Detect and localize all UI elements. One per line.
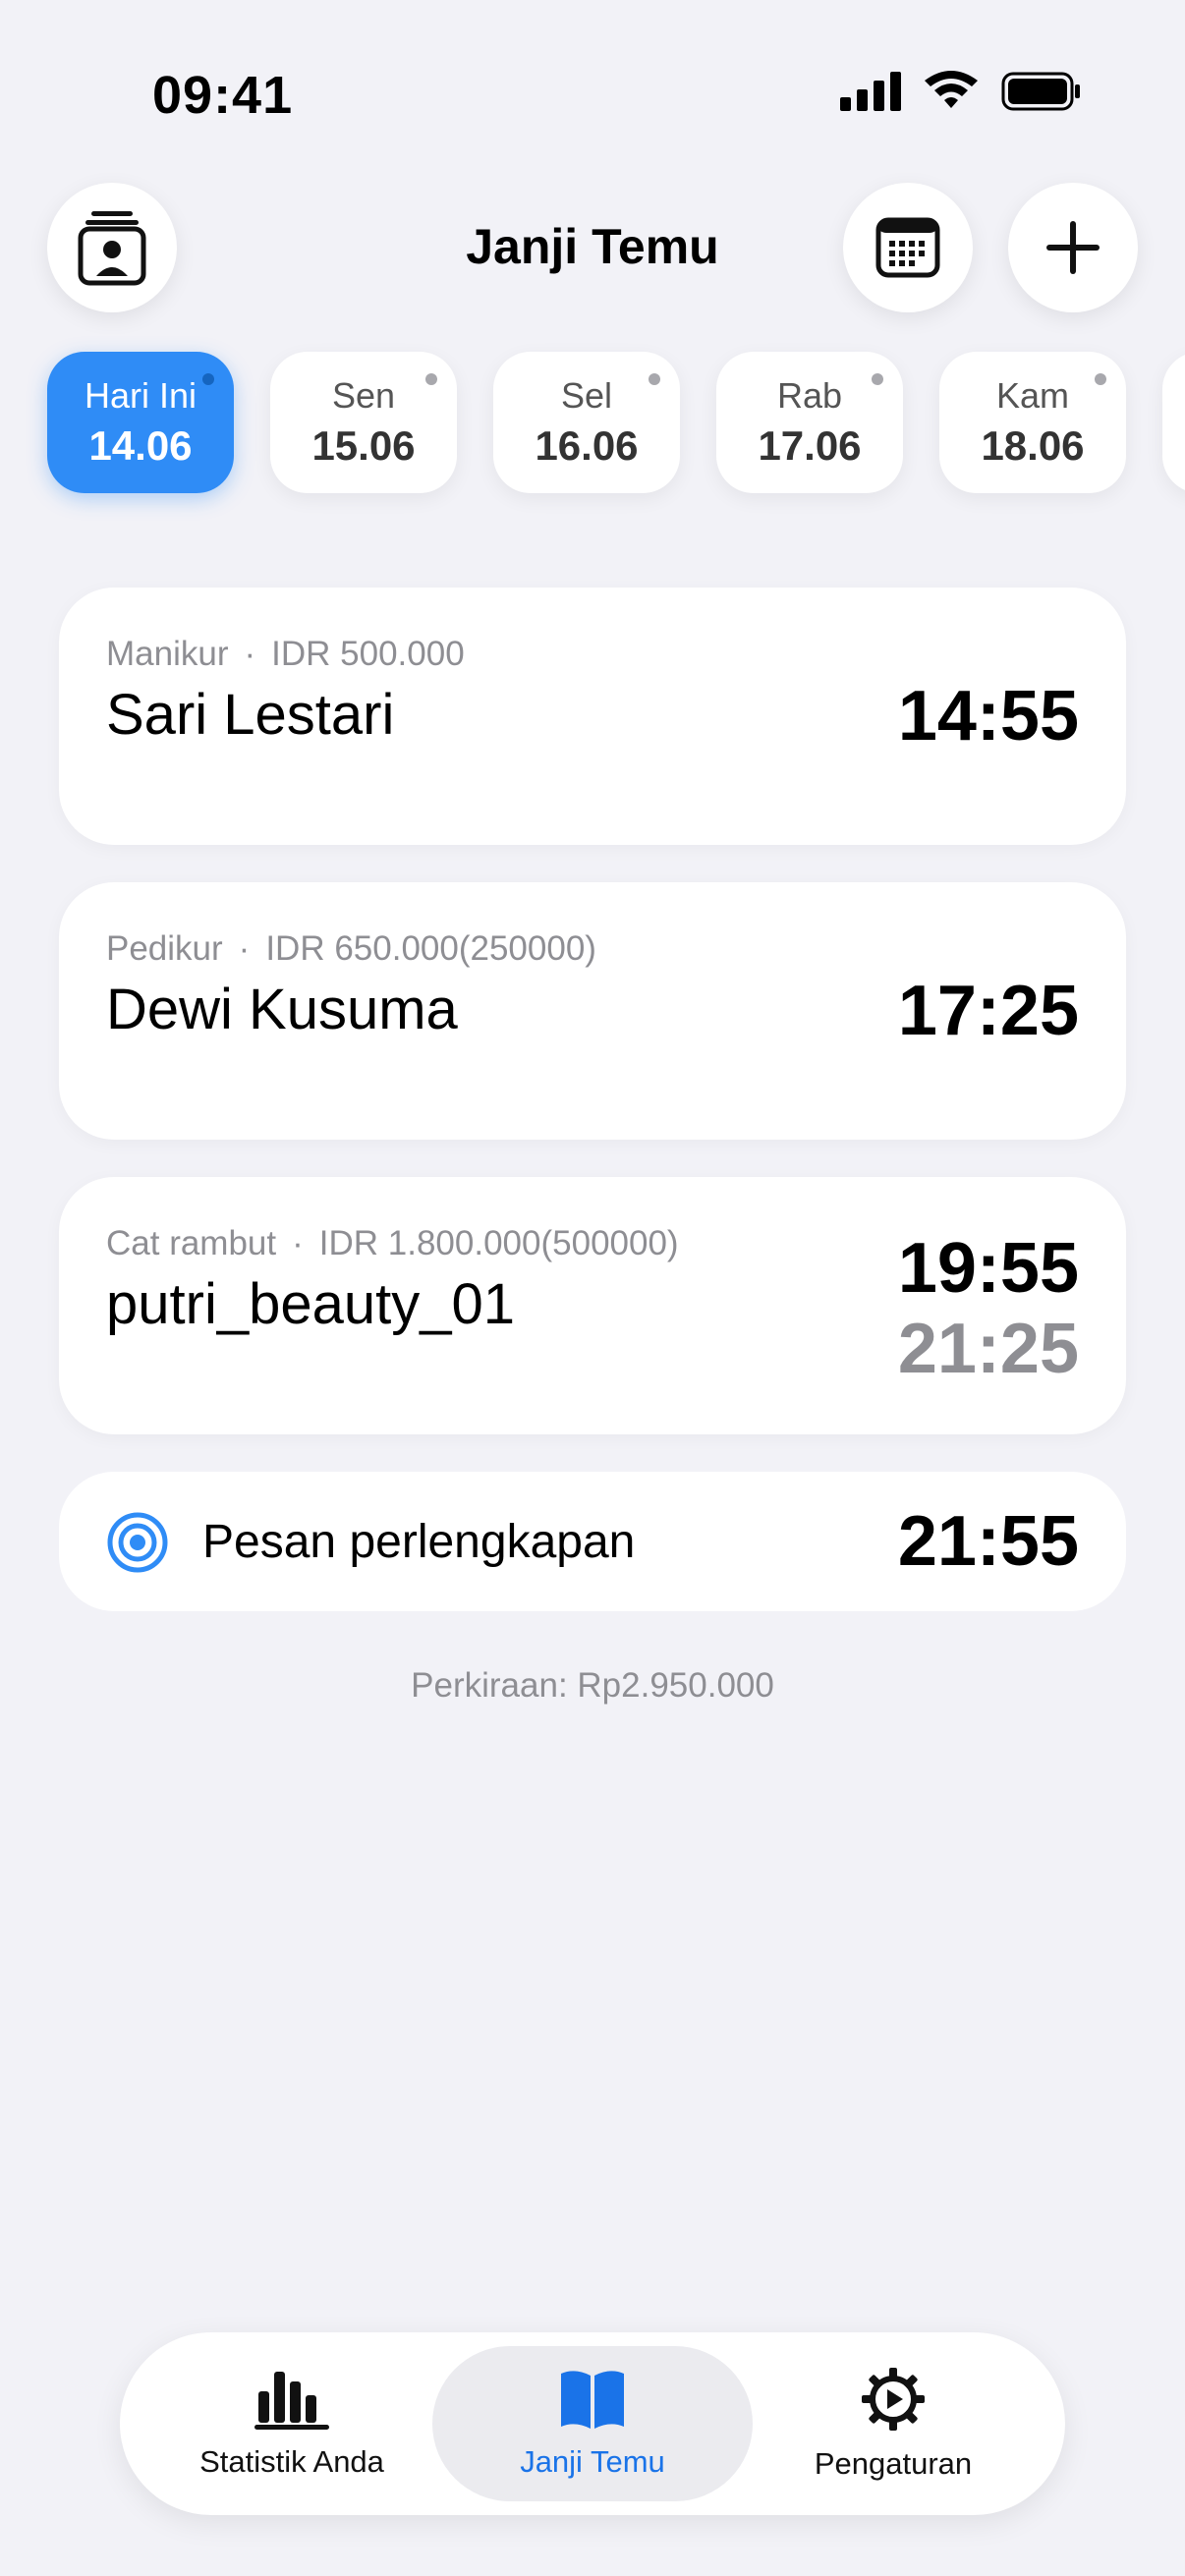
service-price: IDR 1.800.000(500000) <box>318 1224 679 1262</box>
day-date: 18.06 <box>981 422 1085 469</box>
task-card[interactable]: Pesan perlengkapan 21:55 <box>59 1472 1126 1611</box>
day-date: 16.06 <box>535 422 639 469</box>
battery-icon <box>1001 72 1080 111</box>
appointment-end-time: 21:25 <box>897 1310 1079 1388</box>
calendar-button[interactable] <box>843 183 973 312</box>
plus-icon <box>1046 221 1100 274</box>
day-dot-indicator <box>202 373 214 385</box>
client-name: Dewi Kusuma <box>106 978 458 1041</box>
tab-appointments[interactable]: Janji Temu <box>432 2346 753 2501</box>
day-chip-next-partial[interactable] <box>1162 352 1185 493</box>
appointment-card[interactable]: Cat rambut · IDR 1.800.000(500000) putri_b… <box>59 1177 1126 1434</box>
appointment-meta: Cat rambut · IDR 1.800.000(500000) <box>106 1224 679 1263</box>
calendar-icon <box>875 217 940 278</box>
day-dot-indicator <box>872 373 883 385</box>
tab-label: Janji Temu <box>520 2444 665 2479</box>
day-date: 17.06 <box>758 422 862 469</box>
service-price: IDR 650.000(250000) <box>265 929 596 968</box>
task-label: Pesan perlengkapan <box>202 1516 636 1568</box>
day-name: Sel <box>560 375 613 416</box>
day-chip-today[interactable]: Hari Ini 14.06 <box>47 352 234 493</box>
client-name: putri_beauty_01 <box>106 1272 515 1336</box>
day-dot-indicator <box>649 373 660 385</box>
day-name: Kam <box>995 375 1070 416</box>
meta-separator: · <box>244 635 256 673</box>
day-name: Hari Ini <box>84 375 198 416</box>
day-dot-indicator <box>425 373 437 385</box>
service-price: IDR 500.000 <box>271 635 465 673</box>
target-icon <box>107 1512 168 1573</box>
add-appointment-button[interactable] <box>1008 183 1138 312</box>
appointment-start-time: 19:55 <box>897 1229 1079 1308</box>
appointment-meta: Manikur · IDR 500.000 <box>106 635 465 674</box>
bar-chart-icon <box>254 2372 329 2430</box>
day-name: Rab <box>776 375 843 416</box>
gear-icon <box>862 2368 925 2431</box>
tab-label: Statistik Anda <box>199 2444 384 2479</box>
day-chip-tue[interactable]: Sel 16.06 <box>493 352 680 493</box>
status-time: 09:41 <box>152 66 294 125</box>
cellular-signal-icon <box>840 72 901 111</box>
appointment-time: 17:25 <box>897 972 1079 1050</box>
book-icon <box>561 2371 624 2429</box>
appointment-card[interactable]: Manikur · IDR 500.000 Sari Lestari 14:55 <box>59 588 1126 845</box>
day-chip-wed[interactable]: Rab 17.06 <box>716 352 903 493</box>
tab-statistics[interactable]: Statistik Anda <box>132 2346 452 2501</box>
status-icons <box>840 71 1082 112</box>
tab-settings[interactable]: Pengaturan <box>733 2346 1053 2501</box>
appointment-time: 14:55 <box>897 677 1079 756</box>
estimate-total: Perkiraan: Rp2.950.000 <box>411 1666 774 1705</box>
day-date: 14.06 <box>88 422 193 469</box>
service-name: Manikur <box>106 635 229 673</box>
task-time: 21:55 <box>897 1502 1079 1581</box>
meta-separator: · <box>292 1224 304 1262</box>
appointment-card[interactable]: Pedikur · IDR 650.000(250000) Dewi Kusuma … <box>59 882 1126 1140</box>
tab-label: Pengaturan <box>814 2446 973 2481</box>
tab-bar: Statistik Anda Janji Temu Pengaturan <box>120 2332 1065 2515</box>
service-name: Cat rambut <box>106 1224 277 1262</box>
appointment-meta: Pedikur · IDR 650.000(250000) <box>106 929 596 969</box>
day-date: 15.06 <box>311 422 416 469</box>
day-name: Sen <box>331 375 396 416</box>
day-chip-thu[interactable]: Kam 18.06 <box>939 352 1126 493</box>
day-chip-mon[interactable]: Sen 15.06 <box>270 352 457 493</box>
day-selector: Hari Ini 14.06 Sen 15.06 Sel 16.06 Rab 1… <box>47 352 1185 493</box>
day-dot-indicator <box>1095 373 1106 385</box>
wifi-icon <box>925 71 978 108</box>
status-bar: 09:41 <box>0 0 1185 187</box>
meta-separator: · <box>238 929 251 968</box>
service-name: Pedikur <box>106 929 223 968</box>
client-name: Sari Lestari <box>106 683 395 747</box>
